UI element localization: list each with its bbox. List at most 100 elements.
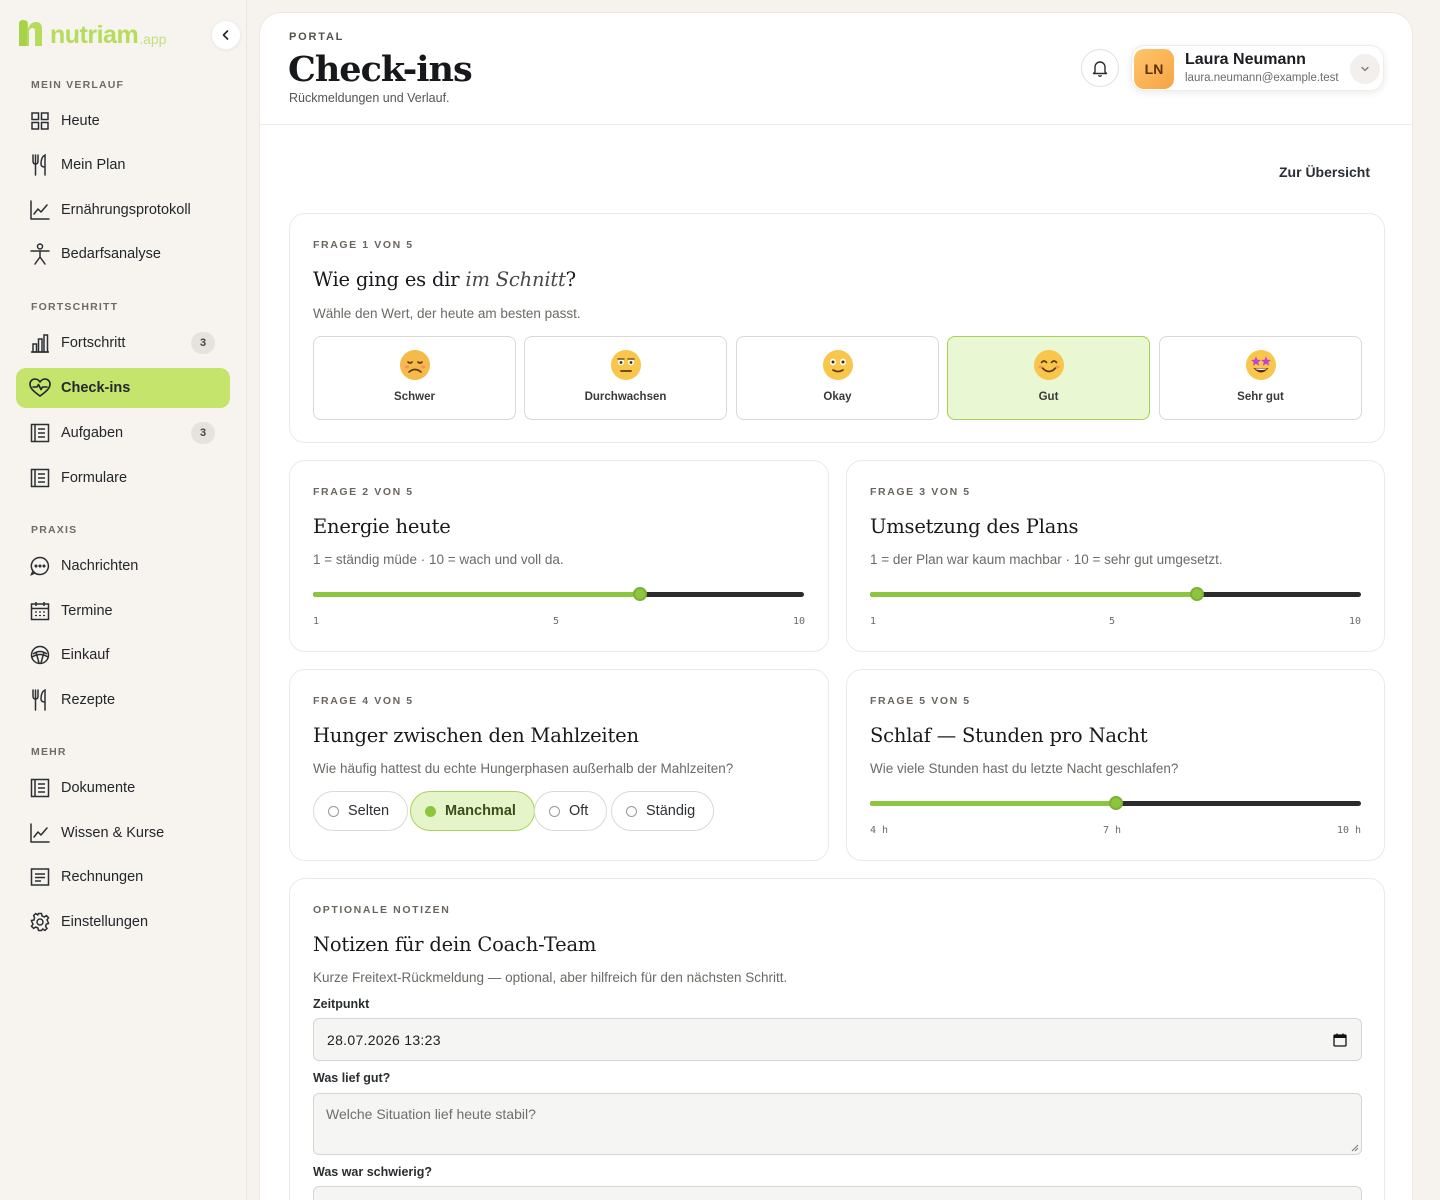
count-badge: 3 (191, 422, 215, 444)
question-hunger-card: FRAGE 4 VON 5 Hunger zwischen den Mahlze… (289, 669, 829, 861)
user-name: Laura Neumann (1185, 51, 1306, 68)
hard-label: Was war schwierig? (313, 1165, 433, 1179)
mood-option-schwer[interactable]: Schwer (313, 336, 516, 420)
mood-option-gut[interactable]: Gut (947, 336, 1150, 420)
question-title: Schlaf — Stunden pro Nacht (870, 724, 1148, 747)
sidebar-item-label: Formulare (61, 470, 128, 486)
calendar-icon (29, 600, 51, 622)
energy-slider[interactable] (313, 587, 804, 601)
slider-fill (870, 592, 1198, 597)
chevron-left-icon (222, 30, 229, 40)
radio-indicator (549, 805, 560, 817)
mood-label: Okay (823, 391, 852, 403)
sidebar-item-rezepte[interactable]: Rezepte (16, 680, 230, 720)
question-hint: Wähle den Wert, der heute am besten pass… (313, 306, 581, 321)
sidebar-item-einstellungen[interactable]: Einstellungen (16, 902, 230, 942)
question-hint: 1 = der Plan war kaum machbar · 10 = seh… (870, 552, 1223, 567)
sidebar-item-termine[interactable]: Termine (16, 591, 230, 631)
brand-logo[interactable]: nutriam .app (16, 18, 166, 48)
chart-line-icon (29, 199, 51, 221)
slider-thumb[interactable] (1190, 587, 1205, 601)
hunger-option-selten[interactable]: Selten (313, 791, 409, 831)
mood-option-sehr-gut[interactable]: Sehr gut (1159, 336, 1362, 420)
sleep-slider[interactable] (870, 796, 1361, 810)
section-label-fortschritt: FORTSCHRITT (31, 301, 119, 313)
hunger-option-oft[interactable]: Oft (534, 791, 608, 831)
back-to-overview-link[interactable]: Zur Übersicht (1279, 164, 1370, 180)
smile-face-icon (1033, 350, 1064, 380)
question-energy-card: FRAGE 2 VON 5 Energie heute 1 = ständig … (289, 460, 829, 652)
sidebar-item-label: Check-ins (61, 380, 131, 396)
bell-icon (1092, 61, 1108, 77)
good-label: Was lief gut? (313, 1071, 391, 1085)
collapse-sidebar-button[interactable] (211, 20, 241, 50)
textarea-placeholder: Welche Situation lief heute stabil? (326, 1106, 536, 1122)
gear-icon (29, 911, 51, 933)
sidebar-item-formulare[interactable]: Formulare (16, 458, 230, 498)
user-email: laura.neumann@example.test (1185, 72, 1339, 84)
person-icon (29, 243, 51, 265)
sidebar: nutriam .app MEIN VERLAUF Heute Mein Pla… (0, 0, 247, 1200)
radio-indicator (425, 805, 436, 817)
sidebar-item-nachrichten[interactable]: Nachrichten (16, 546, 230, 586)
logo-mark-icon (19, 20, 42, 46)
sidebar-item-check-ins[interactable]: Check-ins (16, 368, 230, 408)
sidebar-item-ernaehrungsprotokoll[interactable]: Ernährungsprotokoll (16, 190, 230, 230)
sidebar-item-aufgaben[interactable]: Aufgaben 3 (16, 413, 230, 453)
slider-tick: 5 (553, 616, 560, 627)
datetime-input[interactable]: 28.07.2026 13:23 (313, 1018, 1362, 1061)
slider-tick: 1 (870, 616, 877, 627)
sidebar-item-mein-plan[interactable]: Mein Plan (16, 145, 230, 185)
question-eyebrow: FRAGE 5 VON 5 (870, 695, 971, 707)
resize-handle-icon[interactable] (1350, 1143, 1359, 1152)
question-hint: Wie häufig hattest du echte Hungerphasen… (313, 761, 734, 776)
mood-label: Sehr gut (1237, 391, 1284, 403)
mood-option-durchwachsen[interactable]: Durchwachsen (524, 336, 727, 420)
slider-tick: 10 (793, 616, 806, 627)
slider-thumb[interactable] (1108, 796, 1123, 810)
question-sleep-card: FRAGE 5 VON 5 Schlaf — Stunden pro Nacht… (846, 669, 1385, 861)
mood-option-okay[interactable]: Okay (736, 336, 939, 420)
slider-tick: 1 (313, 616, 320, 627)
sidebar-item-label: Mein Plan (61, 157, 126, 173)
question-title: Wie ging es dir im Schnitt? (313, 268, 576, 291)
sidebar-item-wissen-kurse[interactable]: Wissen & Kurse (16, 813, 230, 853)
star-eyes-face-icon (1245, 350, 1276, 380)
invoice-icon (29, 866, 51, 888)
sidebar-item-rechnungen[interactable]: Rechnungen (16, 857, 230, 897)
user-menu[interactable]: LN Laura Neumann laura.neumann@example.t… (1131, 45, 1384, 91)
sidebar-item-label: Nachrichten (61, 558, 139, 574)
sidebar-item-heute[interactable]: Heute (16, 101, 230, 141)
sidebar-item-label: Dokumente (61, 780, 136, 796)
notes-eyebrow: OPTIONALE NOTIZEN (313, 904, 451, 916)
sidebar-item-einkauf[interactable]: Einkauf (16, 635, 230, 675)
page-subtitle: Rückmeldungen und Verlauf. (289, 91, 450, 105)
slider-thumb[interactable] (633, 587, 648, 601)
slider-tick: 10 h (1337, 825, 1362, 836)
sidebar-item-label: Einkauf (61, 647, 110, 663)
calendar-icon[interactable] (1333, 1033, 1347, 1047)
form-icon (29, 467, 51, 489)
page-eyebrow: PORTAL (289, 31, 345, 43)
what-was-hard-textarea[interactable] (313, 1186, 1362, 1200)
plan-slider[interactable] (870, 587, 1361, 601)
question-hint: 1 = ständig müde · 10 = wach und voll da… (313, 552, 564, 567)
grid-icon (29, 110, 51, 132)
hunger-option-staendig[interactable]: Ständig (611, 791, 715, 831)
what-went-well-textarea[interactable]: Welche Situation lief heute stabil? (313, 1093, 1362, 1155)
slider-fill (870, 801, 1116, 806)
sidebar-item-label: Bedarfsanalyse (61, 246, 161, 262)
notifications-button[interactable] (1081, 49, 1119, 87)
user-menu-toggle[interactable] (1350, 54, 1380, 84)
sidebar-item-fortschritt[interactable]: Fortschritt 3 (16, 323, 230, 363)
chart-line-icon (29, 822, 51, 844)
sidebar-item-bedarfsanalyse[interactable]: Bedarfsanalyse (16, 234, 230, 274)
page-header: PORTAL Check-ins Rückmeldungen und Verla… (260, 13, 1412, 125)
mood-label: Durchwachsen (584, 391, 667, 403)
sidebar-item-dokumente[interactable]: Dokumente (16, 768, 230, 808)
neutral-face-icon (610, 350, 641, 380)
notes-title: Notizen für dein Coach-Team (313, 933, 597, 956)
page-title: Check-ins (288, 49, 473, 90)
question-eyebrow: FRAGE 2 VON 5 (313, 486, 414, 498)
hunger-option-manchmal[interactable]: Manchmal (410, 791, 535, 831)
